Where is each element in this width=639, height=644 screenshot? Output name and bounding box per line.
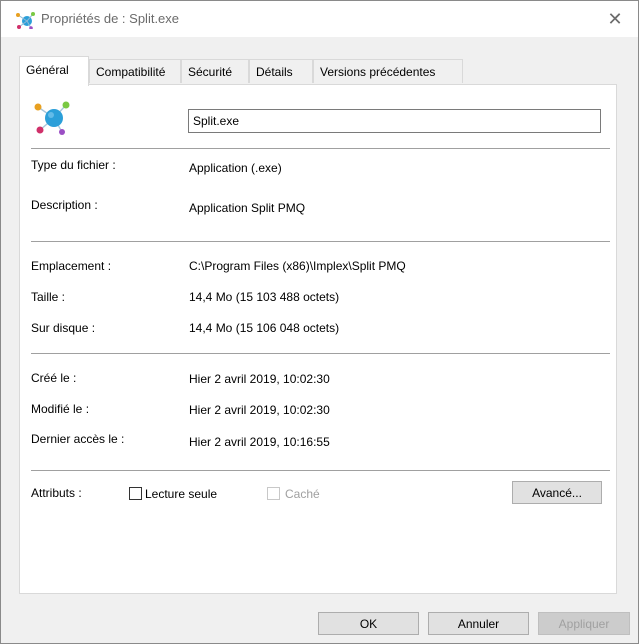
ok-button[interactable]: OK	[318, 612, 419, 635]
accessed-label: Dernier accès le :	[31, 432, 125, 446]
tab-security-label: Sécurité	[188, 65, 233, 79]
tab-general-label: Général	[26, 63, 69, 77]
read-only-label[interactable]: Lecture seule	[145, 487, 217, 501]
created-value: Hier 2 avril 2019, 10:02:30	[189, 372, 330, 386]
attributes-label: Attributs :	[31, 486, 82, 500]
properties-dialog: Propriétés de : Split.exe ✕ Général Comp…	[0, 0, 639, 644]
size-on-disk-value: 14,4 Mo (15 106 048 octets)	[189, 321, 340, 335]
size-label: Taille :	[31, 290, 66, 304]
hidden-checkbox	[267, 487, 280, 500]
location-label: Emplacement :	[31, 259, 112, 273]
file-name-input[interactable]	[188, 109, 601, 133]
modified-value: Hier 2 avril 2019, 10:02:30	[189, 403, 330, 417]
description-value: Application Split PMQ	[189, 201, 306, 215]
file-type-label: Type du fichier :	[31, 158, 116, 172]
tab-previous-versions[interactable]: Versions précédentes	[313, 59, 463, 83]
advanced-button-label: Avancé...	[532, 485, 582, 500]
file-icon	[34, 101, 70, 135]
read-only-checkbox[interactable]	[129, 487, 142, 500]
accessed-value: Hier 2 avril 2019, 10:16:55	[189, 435, 330, 449]
tab-compatibility[interactable]: Compatibilité	[89, 59, 181, 83]
tab-previous-versions-label: Versions précédentes	[320, 65, 436, 79]
hidden-label: Caché	[285, 487, 320, 501]
tab-details-label: Détails	[256, 65, 293, 79]
description-label: Description :	[31, 198, 98, 212]
size-value: 14,4 Mo (15 103 488 octets)	[189, 290, 340, 304]
created-label: Créé le :	[31, 371, 77, 385]
location-value: C:\Program Files (x86)\Implex\Split PMQ	[189, 259, 406, 273]
modified-label: Modifié le :	[31, 402, 90, 416]
separator	[31, 148, 610, 149]
apply-button: Appliquer	[538, 612, 630, 635]
close-icon: ✕	[607, 8, 623, 30]
apply-button-label: Appliquer	[558, 616, 610, 631]
advanced-button[interactable]: Avancé...	[512, 481, 602, 504]
tab-compatibility-label: Compatibilité	[96, 65, 166, 79]
tab-details[interactable]: Détails	[249, 59, 313, 83]
cancel-button[interactable]: Annuler	[428, 612, 529, 635]
separator	[31, 470, 610, 471]
separator	[31, 353, 610, 354]
size-on-disk-label: Sur disque :	[31, 321, 96, 335]
general-panel: Type du fichier : Application (.exe) Des…	[19, 84, 617, 594]
app-icon	[16, 12, 35, 29]
cancel-button-label: Annuler	[457, 616, 500, 631]
window-title: Propriétés de : Split.exe	[41, 11, 180, 26]
title-bar: Propriétés de : Split.exe ✕	[1, 1, 638, 37]
file-type-value: Application (.exe)	[189, 161, 282, 175]
ok-button-label: OK	[359, 616, 378, 631]
tab-security[interactable]: Sécurité	[181, 59, 249, 83]
tab-general[interactable]: Général	[19, 56, 89, 86]
separator	[31, 241, 610, 242]
close-button[interactable]: ✕	[592, 1, 638, 37]
